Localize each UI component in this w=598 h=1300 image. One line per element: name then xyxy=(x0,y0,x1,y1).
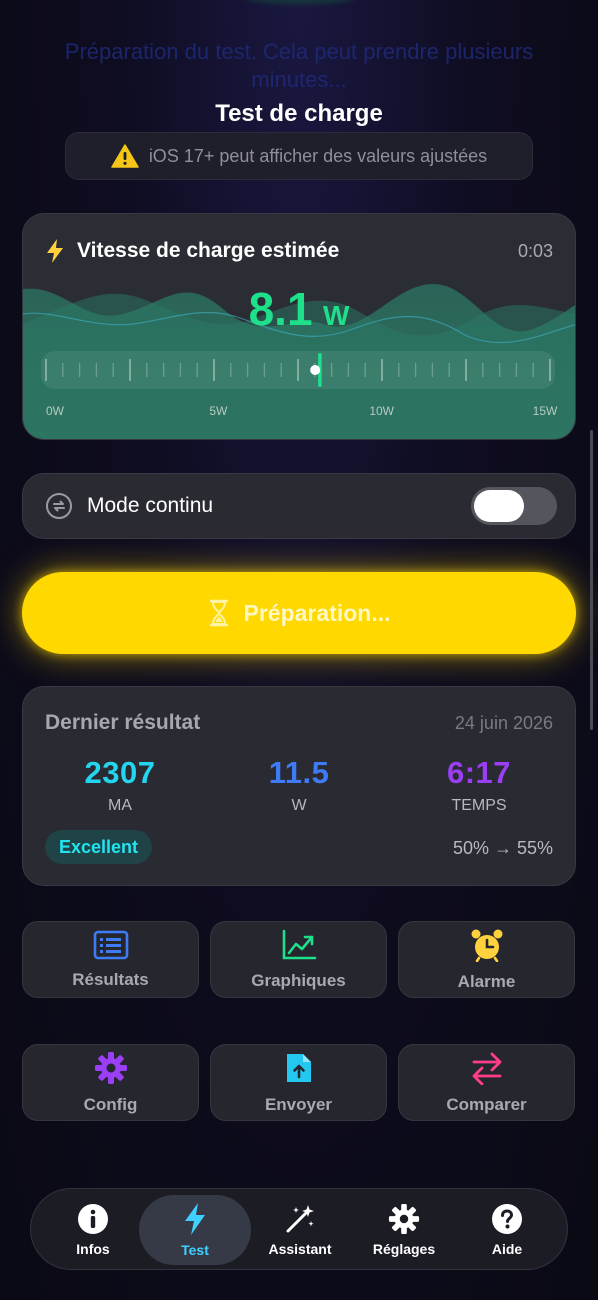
magic-wand-icon xyxy=(286,1205,314,1233)
toggle-knob xyxy=(474,490,524,522)
compare-button[interactable]: Comparer xyxy=(398,1044,575,1121)
charts-label: Graphiques xyxy=(251,970,346,990)
speed-unit: W xyxy=(322,300,350,331)
top-glow xyxy=(245,0,355,4)
stat-time: 6:17 TEMPS xyxy=(399,755,559,815)
tab-infos-label: Infos xyxy=(76,1241,110,1257)
config-button[interactable]: Config xyxy=(22,1044,199,1121)
gauge-label: 15W xyxy=(532,404,558,418)
last-result-title: Dernier résultat xyxy=(45,711,201,734)
continuous-mode-label: Mode continu xyxy=(87,494,214,517)
gear-icon xyxy=(94,1051,127,1084)
send-button[interactable]: Envoyer xyxy=(210,1044,387,1121)
results-button[interactable]: Résultats xyxy=(22,921,199,998)
page-title: Test de charge xyxy=(215,100,383,127)
stat-current: 2307 MA xyxy=(40,755,200,815)
send-label: Envoyer xyxy=(264,1094,333,1114)
gauge-label: 0W xyxy=(46,404,64,418)
battery-range: 50% → 55% xyxy=(452,838,553,858)
tab-infos[interactable]: Infos xyxy=(37,1195,149,1265)
preparation-button[interactable]: Préparation... xyxy=(22,572,576,654)
stat-current-unit: MA xyxy=(108,797,132,814)
speed-label: Vitesse de charge estimée xyxy=(77,239,340,262)
speed-card-header: Vitesse de charge estimée 0:03 xyxy=(45,238,553,264)
stat-power-value: 11.5 xyxy=(268,755,330,790)
tab-test-label: Test xyxy=(181,1242,209,1258)
gear-icon xyxy=(388,1203,420,1235)
continuous-mode-toggle[interactable] xyxy=(471,487,557,525)
compare-label: Comparer xyxy=(446,1094,527,1114)
last-result-date: 24 juin 2026 xyxy=(454,713,553,733)
upload-doc-icon xyxy=(286,1053,311,1082)
bolt-icon xyxy=(185,1203,205,1235)
info-icon xyxy=(78,1204,108,1234)
gauge-ticks xyxy=(45,353,551,387)
results-label: Résultats xyxy=(72,969,149,989)
repeat-circle-icon xyxy=(46,493,72,519)
hourglass-icon xyxy=(209,599,228,627)
tab-aide[interactable]: Aide xyxy=(451,1195,563,1265)
speed-readout: 8.1 W xyxy=(23,282,575,336)
chart-up-icon xyxy=(282,929,316,959)
bottom-tab-bar: Infos Test Assistant Réglages Aide xyxy=(30,1188,568,1270)
tab-aide-label: Aide xyxy=(491,1241,523,1257)
preparation-label: Préparation... xyxy=(243,599,391,626)
stat-time-unit: TEMPS xyxy=(451,797,507,814)
tab-reglages-label: Réglages xyxy=(372,1241,436,1257)
speed-gauge xyxy=(41,351,555,389)
alarm-clock-icon xyxy=(471,929,502,962)
tab-test[interactable]: Test xyxy=(139,1195,251,1265)
list-doc-icon xyxy=(93,930,128,959)
stat-time-value: 6:17 xyxy=(446,755,512,790)
gauge-marker xyxy=(310,365,321,375)
ios-warning-banner: iOS 17+ peut afficher des valeurs ajusté… xyxy=(65,132,533,180)
bolt-icon xyxy=(47,239,63,263)
gauge-label: 5W xyxy=(209,404,228,418)
config-label: Config xyxy=(83,1094,138,1114)
gauge-label: 10W xyxy=(369,404,394,418)
charts-button[interactable]: Graphiques xyxy=(210,921,387,998)
stat-current-value: 2307 xyxy=(84,755,156,790)
continuous-mode-card: Mode continu xyxy=(22,473,576,539)
rating-badge: Excellent xyxy=(45,830,153,864)
warning-triangle-icon xyxy=(111,144,139,168)
swap-arrows-icon xyxy=(472,1052,501,1085)
stat-power: 11.5 W xyxy=(219,755,379,815)
charge-speed-card: Vitesse de charge estimée 0:03 8.1 W 0W 5… xyxy=(22,213,576,440)
stat-power-unit: W xyxy=(291,797,307,814)
question-icon xyxy=(492,1204,522,1234)
tab-reglages[interactable]: Réglages xyxy=(348,1195,460,1265)
alarm-button[interactable]: Alarme xyxy=(398,921,575,998)
warning-text: iOS 17+ peut afficher des valeurs ajusté… xyxy=(148,145,488,166)
scrollbar[interactable] xyxy=(590,430,593,730)
tab-assistant-label: Assistant xyxy=(268,1241,332,1257)
background-status-text: Préparation du test. Cela peut prendre p… xyxy=(64,39,534,92)
speed-timer: 0:03 xyxy=(517,240,553,261)
tab-assistant[interactable]: Assistant xyxy=(244,1195,356,1265)
alarm-label: Alarme xyxy=(457,971,516,991)
speed-value: 8.1 xyxy=(248,283,313,335)
last-result-card[interactable]: Dernier résultat 24 juin 2026 2307 MA 11… xyxy=(22,686,576,886)
